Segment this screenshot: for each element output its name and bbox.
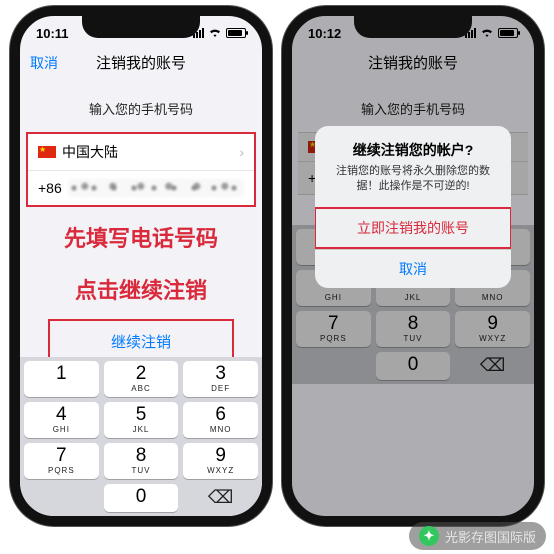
annotation-click: 点击继续注销 [20, 273, 262, 305]
battery-icon [226, 28, 246, 38]
wechat-icon: ✦ [419, 526, 439, 546]
phone-input-group: 中国大陆 › +86 [26, 132, 256, 207]
numeric-keypad: 12ABC3DEF 4GHI5JKL6MNO 7PQRS8TUV9WXYZ0⌫ [20, 357, 262, 516]
cancel-button[interactable]: 取消 [30, 53, 58, 73]
nav-header: 取消 注销我的账号 [20, 46, 262, 83]
key-5[interactable]: 5JKL [104, 402, 179, 438]
key-9[interactable]: 9WXYZ [183, 443, 258, 479]
annotation-fill: 先填写电话号码 [20, 221, 262, 253]
phone-row[interactable]: +86 [28, 171, 254, 205]
alert-cancel-button[interactable]: 取消 [315, 249, 511, 288]
alert-backdrop: 继续注销您的帐户? 注销您的账号将永久删除您的数据！此操作是不可逆的! 立即注销… [292, 16, 534, 516]
phone-right: 10:12 注销我的账号 输入您的手机号码 +8 继续注销 [282, 6, 544, 526]
region-row[interactable]: 中国大陆 › [28, 134, 254, 171]
source-label: 光影存图国际版 [445, 527, 536, 546]
key-0[interactable]: 0 [104, 484, 179, 512]
region-label: 中国大陆 [62, 142, 118, 162]
alert-message: 注销您的账号将永久删除您的数据！此操作是不可逆的! [315, 164, 511, 207]
notch [354, 16, 472, 38]
notch [82, 16, 200, 38]
key-blank [24, 484, 99, 512]
alert-confirm-button[interactable]: 立即注销我的账号 [315, 207, 511, 249]
key-4[interactable]: 4GHI [24, 402, 99, 438]
flag-icon [38, 146, 56, 158]
source-badge: ✦ 光影存图国际版 [409, 522, 546, 550]
chevron-right-icon: › [239, 144, 244, 160]
phone-number-blurred [68, 179, 244, 197]
wifi-icon [208, 28, 222, 38]
confirm-alert: 继续注销您的帐户? 注销您的账号将永久删除您的数据！此操作是不可逆的! 立即注销… [315, 126, 511, 288]
key-3[interactable]: 3DEF [183, 361, 258, 397]
key-7[interactable]: 7PQRS [24, 443, 99, 479]
phone-left: 10:11 取消 注销我的账号 输入您的手机号码 中国大陆 › +86 先填写电… [10, 6, 272, 526]
key-backspace[interactable]: ⌫ [183, 484, 258, 512]
country-code: +86 [38, 180, 62, 196]
key-1[interactable]: 1 [24, 361, 99, 397]
subtitle: 输入您的手机号码 [20, 99, 262, 118]
page-title: 注销我的账号 [96, 52, 186, 73]
key-6[interactable]: 6MNO [183, 402, 258, 438]
key-8[interactable]: 8TUV [104, 443, 179, 479]
alert-title: 继续注销您的帐户? [315, 126, 511, 164]
clock: 10:11 [36, 26, 69, 41]
key-2[interactable]: 2ABC [104, 361, 179, 397]
